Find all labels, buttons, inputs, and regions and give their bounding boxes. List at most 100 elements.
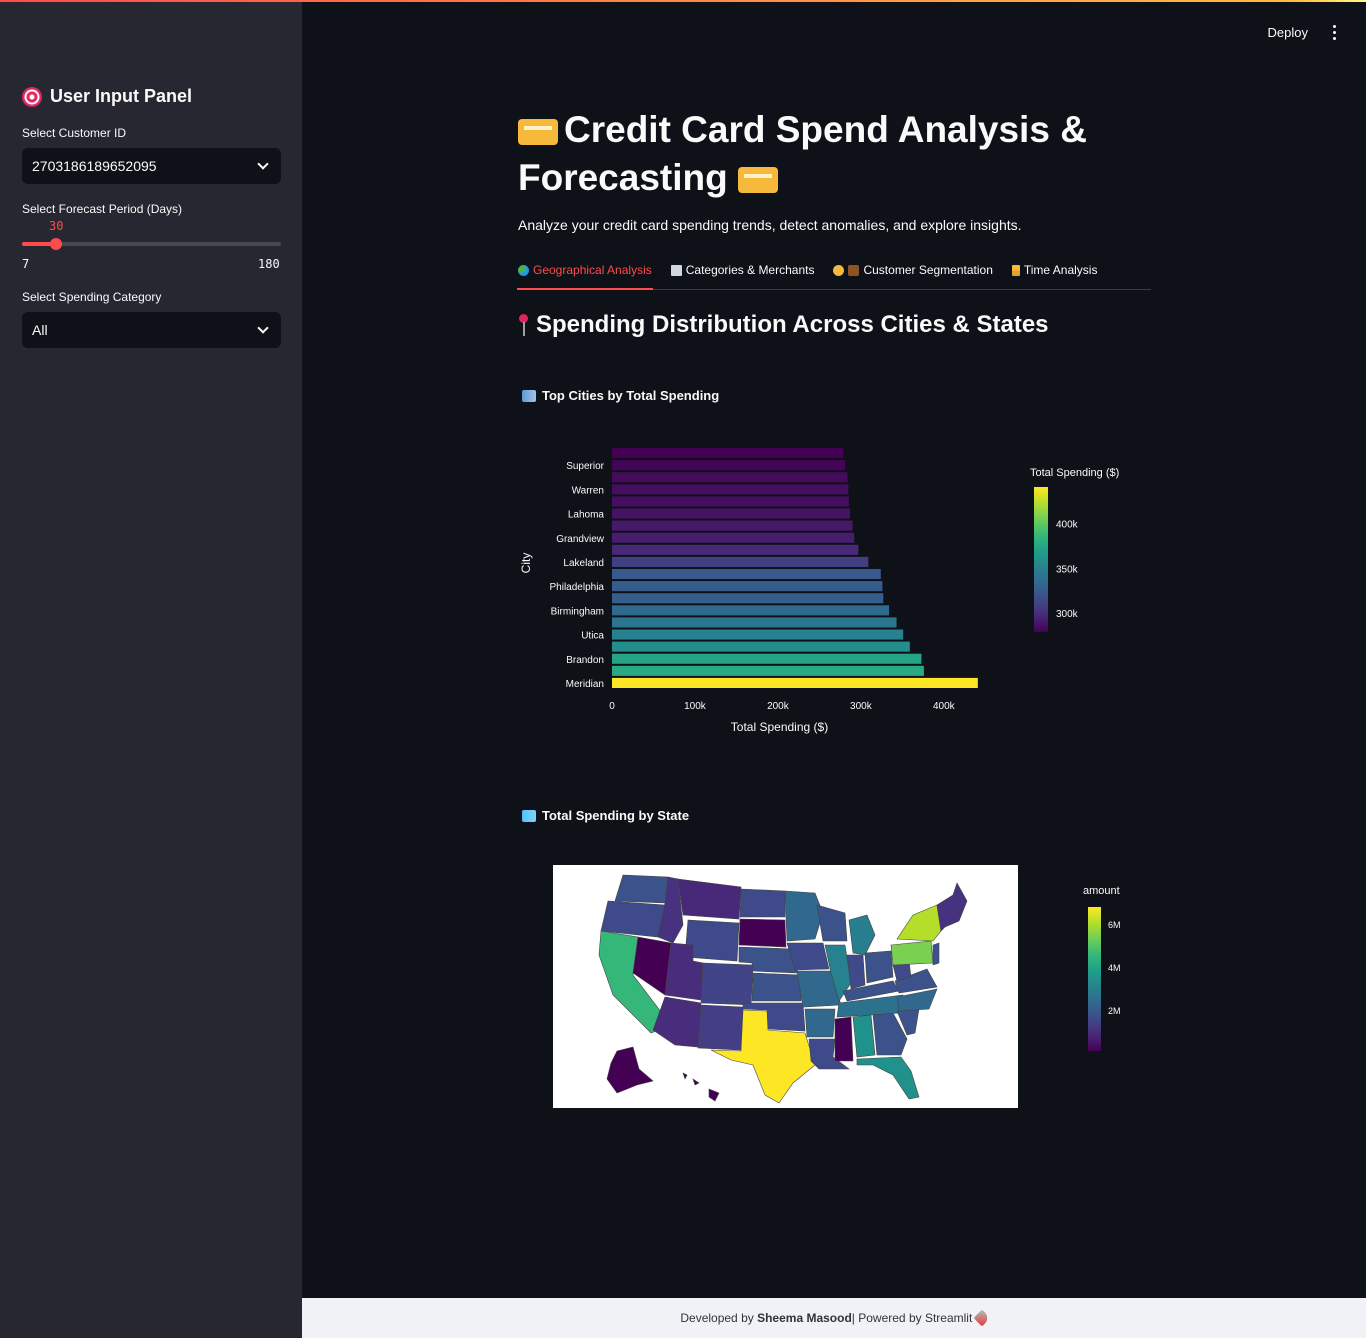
forecast-slider-max: 180 <box>258 257 280 271</box>
chevron-down-icon <box>257 322 269 334</box>
state-pennsylvania <box>890 940 934 966</box>
bar-row-16 <box>612 641 910 652</box>
city-tick-label: Philadelphia <box>550 582 605 593</box>
bar-grandview <box>612 532 855 543</box>
deploy-button[interactable]: Deploy <box>1268 25 1308 40</box>
bar-brandon <box>612 653 922 664</box>
map-colorbar-tick-label: 4M <box>1108 963 1121 973</box>
state-minnesota <box>784 890 824 942</box>
map-colorbar-gradient <box>1088 907 1101 1051</box>
bar-row-14 <box>612 617 897 628</box>
city-tick-label: Utica <box>581 631 604 642</box>
forecast-slider-value: 30 <box>49 219 64 233</box>
bar-superior <box>612 460 846 471</box>
x-tick-label: 200k <box>767 701 790 712</box>
usa-map-svg <box>598 874 968 1104</box>
bar-utica <box>612 629 904 640</box>
state-alabama <box>852 1014 876 1058</box>
colorbar-tick-label: 400k <box>1056 520 1079 531</box>
bar-meridian <box>612 677 978 688</box>
page-title: Credit Card Spend Analysis & Forecasting <box>518 106 1098 202</box>
top-cities-bar-chart: Superior Warren Lahoma Grandview Lakeland Phi… <box>519 448 1119 734</box>
tab-label: Geographical Analysis <box>533 263 652 277</box>
bar-row-10 <box>612 569 881 580</box>
bar-row-4 <box>612 496 849 507</box>
bar-lakeland <box>612 556 869 567</box>
footer-author: Sheema Masood <box>757 1311 852 1325</box>
state-kansas <box>751 972 802 1002</box>
forecast-period-label: Select Forecast Period (Days) <box>22 202 183 216</box>
app-header-actions: Deploy <box>1268 22 1342 42</box>
state-arkansas <box>804 1008 836 1038</box>
kebab-menu-icon[interactable] <box>1326 22 1342 42</box>
main-content: Deploy Credit Card Spend Analysis & Fore… <box>302 2 1366 1338</box>
bar-row-8 <box>612 544 859 555</box>
city-tick-label: Lakeland <box>563 558 604 569</box>
city-tick-label: Superior <box>566 461 604 472</box>
state-new-york <box>896 904 942 942</box>
state-michigan <box>848 914 876 956</box>
pushpin-icon <box>518 312 528 338</box>
x-tick-label: 100k <box>684 701 707 712</box>
cityscape-icon <box>522 389 536 402</box>
bar-row-12 <box>612 593 884 604</box>
customer-id-select[interactable]: 2703186189652095 <box>22 148 281 184</box>
colorbar-tick-label: 300k <box>1056 609 1079 620</box>
target-icon <box>22 86 42 107</box>
y-axis-title: City <box>519 553 533 574</box>
state-florida <box>856 1056 920 1100</box>
customer-id-label: Select Customer ID <box>22 126 127 140</box>
tab-time-analysis[interactable]: Time Analysis <box>1011 260 1099 290</box>
bar-row-2 <box>612 472 848 483</box>
sidebar: User Input Panel Select Customer ID 2703… <box>0 2 302 1338</box>
bar-birmingham <box>612 605 890 616</box>
tab-customer-segmentation[interactable]: Customer Segmentation <box>832 260 993 290</box>
forecast-slider-min: 7 <box>22 257 30 271</box>
state-alaska <box>606 1046 654 1094</box>
chevron-down-icon <box>257 158 269 170</box>
city-tick-label: Birmingham <box>551 606 604 617</box>
credit-card-icon <box>518 119 558 145</box>
footer: Developed by Sheema Masood | Powered by … <box>302 1298 1366 1338</box>
state-arizona <box>652 996 702 1048</box>
forecast-slider-handle[interactable] <box>50 238 63 250</box>
chart2-title: Total Spending by State <box>522 808 689 823</box>
city-tick-label: Grandview <box>556 534 605 545</box>
colorbar-tick-label: 350k <box>1056 564 1079 575</box>
city-tick-label: Brandon <box>566 655 604 666</box>
state-montana <box>677 878 742 920</box>
colorbar-gradient <box>1034 487 1048 632</box>
state-south-dakota <box>738 918 787 948</box>
tab-label: Categories & Merchants <box>685 263 815 277</box>
x-tick-label: 300k <box>850 701 873 712</box>
tab-geographical-analysis[interactable]: Geographical Analysis <box>517 260 653 290</box>
footer-prefix: Developed by <box>680 1311 754 1325</box>
state-new-england <box>936 882 968 932</box>
x-tick-label: 0 <box>609 701 615 712</box>
forecast-slider-track[interactable] <box>22 238 281 250</box>
rocket-icon <box>973 1309 991 1327</box>
spending-category-select[interactable]: All <box>22 312 281 348</box>
city-tick-label: Warren <box>572 485 604 496</box>
state-wisconsin <box>816 904 848 942</box>
state-ohio <box>864 950 894 984</box>
tab-categories-merchants[interactable]: Categories & Merchants <box>670 260 816 290</box>
state-choropleth-map <box>553 865 1018 1108</box>
bar-row-0 <box>612 448 844 459</box>
section-title-text: Spending Distribution Across Cities & St… <box>536 311 1049 338</box>
spending-category-value: All <box>32 322 48 338</box>
city-tick-label: Meridian <box>566 679 604 690</box>
state-mississippi <box>834 1016 854 1062</box>
map-colorbar-title: amount <box>1083 885 1120 897</box>
sidebar-title-text: User Input Panel <box>50 86 193 106</box>
customer-id-value: 2703186189652095 <box>32 158 157 174</box>
section-title: Spending Distribution Across Cities & St… <box>518 311 1049 339</box>
colorbar-title: Total Spending ($) <box>1030 467 1119 479</box>
city-tick-label: Lahoma <box>568 510 605 521</box>
chart1-title: Top Cities by Total Spending <box>522 388 719 403</box>
page-title-line2: Forecasting <box>518 157 728 198</box>
bar-row-18 <box>612 665 924 676</box>
page-title-line1: Credit Card Spend Analysis & <box>564 109 1087 150</box>
map-icon <box>522 809 536 822</box>
globe-icon <box>518 265 529 276</box>
